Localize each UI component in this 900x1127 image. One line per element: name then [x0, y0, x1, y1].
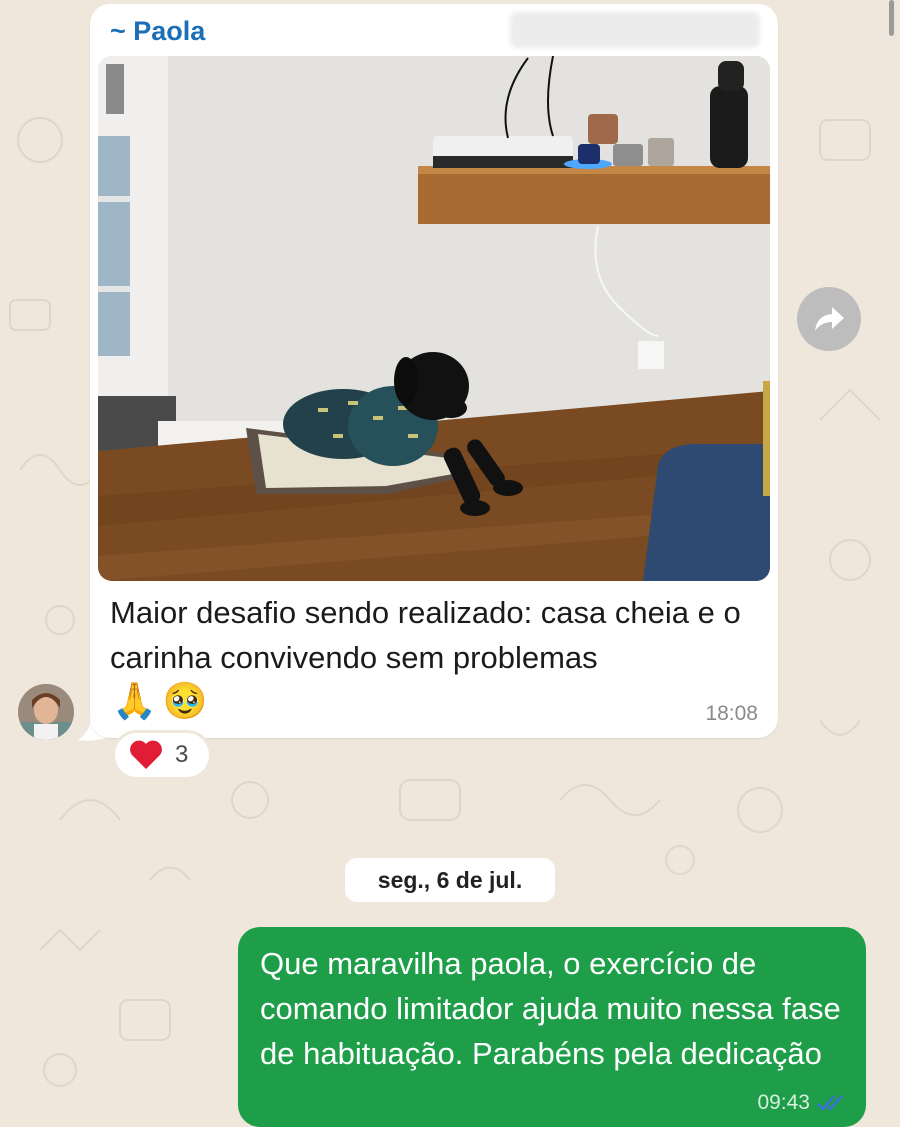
date-separator: seg., 6 de jul. — [345, 858, 555, 902]
reaction-count: 3 — [175, 741, 189, 768]
outgoing-text: Que maravilha paola, o exercício de coma… — [260, 946, 841, 1071]
outgoing-timestamp: 09:43 — [757, 1091, 810, 1114]
scrollbar-thumb[interactable] — [889, 0, 894, 36]
pray-emoji: 🙏 — [112, 680, 157, 721]
message-caption: Maior desafio sendo realizado: casa chei… — [110, 595, 741, 675]
sender-avatar[interactable] — [18, 684, 74, 740]
forward-icon — [815, 307, 844, 331]
caption-emojis: 🙏 🥹 — [112, 680, 208, 722]
double-check-icon — [817, 1095, 843, 1111]
message-photo[interactable] — [98, 56, 770, 581]
pleading-face-emoji: 🥹 — [162, 680, 208, 721]
sender-name[interactable]: ~ Paola — [110, 16, 205, 47]
sender-phone-redacted — [510, 12, 760, 48]
incoming-timestamp: 18:08 — [705, 702, 758, 725]
avatar-photo — [18, 684, 74, 740]
reaction-badge[interactable]: 3 — [112, 730, 212, 780]
outgoing-message[interactable]: Que maravilha paola, o exercício de coma… — [238, 927, 866, 1127]
heart-icon — [130, 740, 162, 769]
incoming-message[interactable]: ~ Paola Maior desafio sendo realizado: c… — [90, 4, 778, 738]
forward-button[interactable] — [797, 287, 861, 351]
photo-dog-on-cushion — [98, 56, 770, 581]
outgoing-meta: 09:43 — [757, 1091, 848, 1115]
